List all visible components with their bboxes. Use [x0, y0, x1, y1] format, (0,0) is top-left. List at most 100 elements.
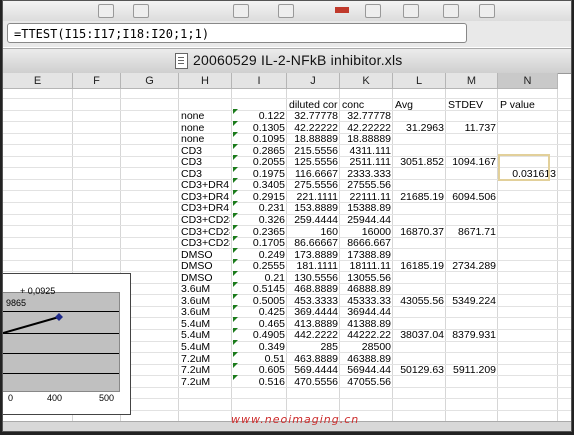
toolbar-button-icon[interactable] — [98, 4, 114, 18]
cell-i[interactable]: 0.516 — [234, 376, 285, 388]
error-indicator-icon[interactable] — [233, 109, 238, 114]
cell-i[interactable]: 0.1705 — [234, 237, 285, 249]
cell-k[interactable]: 2511.111 — [342, 156, 391, 168]
toolbar-button-icon[interactable] — [403, 4, 419, 18]
cell-h[interactable]: 7.2uM — [181, 376, 230, 388]
cell-k[interactable]: 32.77778 — [342, 110, 391, 122]
column-header-f[interactable]: F — [73, 73, 121, 89]
cell-l[interactable]: 43055.56 — [395, 295, 444, 307]
cell-m[interactable]: 6094.506 — [448, 191, 496, 203]
cell-m[interactable]: 5349.224 — [448, 295, 496, 307]
cell-i[interactable]: 0.231 — [234, 202, 285, 214]
cell-i[interactable]: 0.605 — [234, 364, 285, 376]
embedded-chart[interactable]: + 0,0925 9865 0 400 500 — [3, 273, 131, 415]
cell-k[interactable]: 36944.44 — [342, 306, 391, 318]
column-header-k[interactable]: K — [340, 73, 393, 89]
cell-k[interactable]: 47055.56 — [342, 376, 391, 388]
cell-k[interactable]: 46888.89 — [342, 283, 391, 295]
toolbar-button-icon[interactable] — [479, 4, 495, 18]
cell-j[interactable]: 153.8889 — [289, 202, 338, 214]
worksheet-grid[interactable]: diluted cor conc Avg STDEV P value none 0.122 3… — [3, 89, 571, 421]
cell-k[interactable]: 27555.56 — [342, 179, 391, 191]
cell-l[interactable]: 50129.63 — [395, 364, 444, 376]
error-indicator-icon[interactable] — [233, 363, 238, 368]
cell-k[interactable]: 28500 — [342, 341, 391, 353]
error-indicator-icon[interactable] — [233, 259, 238, 264]
error-indicator-icon[interactable] — [233, 236, 238, 241]
cell-h[interactable]: CD3+CD28 — [181, 214, 230, 226]
cell-i[interactable]: 0.425 — [234, 306, 285, 318]
cell-l[interactable]: 16185.19 — [395, 260, 444, 272]
cell-i[interactable]: 0.5145 — [234, 283, 285, 295]
cell-l[interactable]: 38037.04 — [395, 329, 444, 341]
cell-m[interactable]: 2734.289 — [448, 260, 496, 272]
cell-m[interactable]: 5911.209 — [448, 364, 496, 376]
cell-h[interactable]: 3.6uM — [181, 306, 230, 318]
toolbar-button-icon[interactable] — [443, 4, 459, 18]
formula-input[interactable]: =TTEST(I15:I17;I18:I20;1;1) — [7, 23, 467, 43]
cell-i[interactable]: 0.2555 — [234, 260, 285, 272]
error-indicator-icon[interactable] — [233, 317, 238, 322]
cell-h[interactable]: CD3 — [181, 156, 230, 168]
cell-h[interactable]: 3.6uM — [181, 283, 230, 295]
cell-h[interactable]: CD3+DR4 — [181, 202, 230, 214]
cell-j[interactable]: 86.66667 — [289, 237, 338, 249]
error-indicator-icon[interactable] — [233, 190, 238, 195]
column-header-h[interactable]: H — [179, 73, 232, 89]
cell-h[interactable]: 7.2uM — [181, 364, 230, 376]
error-indicator-icon[interactable] — [233, 282, 238, 287]
cell-k[interactable]: 18.88889 — [342, 133, 391, 145]
cell-j[interactable]: 259.4444 — [289, 214, 338, 226]
error-indicator-icon[interactable] — [233, 305, 238, 310]
cell-h[interactable]: 5.4uM — [181, 341, 230, 353]
toolbar-button-icon[interactable] — [278, 4, 294, 18]
cell-m[interactable]: 8379.931 — [448, 329, 496, 341]
error-indicator-icon[interactable] — [233, 294, 238, 299]
error-indicator-icon[interactable] — [233, 155, 238, 160]
error-indicator-icon[interactable] — [233, 225, 238, 230]
cell-l[interactable]: 3051.852 — [395, 156, 444, 168]
cell-h[interactable]: none — [181, 133, 230, 145]
cell-i[interactable]: 0.326 — [234, 214, 285, 226]
cell-j[interactable]: 470.5556 — [289, 376, 338, 388]
cell-j[interactable]: 285 — [289, 341, 338, 353]
cell-i[interactable]: 0.122 — [234, 110, 285, 122]
error-indicator-icon[interactable] — [233, 144, 238, 149]
cell-j[interactable]: 569.4444 — [289, 364, 338, 376]
error-indicator-icon[interactable] — [233, 213, 238, 218]
toolbar-button-icon[interactable] — [133, 4, 149, 18]
window-titlebar[interactable]: 20060529 IL-2-NFkB inhibitor.xls — [3, 48, 571, 74]
error-indicator-icon[interactable] — [233, 201, 238, 206]
column-header-l[interactable]: L — [393, 73, 446, 89]
cell-j[interactable]: 181.1111 — [289, 260, 338, 272]
cell-i[interactable]: 0.4905 — [234, 329, 285, 341]
cell-j[interactable]: 275.5556 — [289, 179, 338, 191]
header-cell-m[interactable]: STDEV — [448, 99, 496, 111]
error-indicator-icon[interactable] — [233, 328, 238, 333]
header-cell-l[interactable]: Avg — [395, 99, 444, 111]
cell-k[interactable]: 18111.11 — [342, 260, 391, 272]
column-header-m[interactable]: M — [446, 73, 498, 89]
cell-i[interactable]: 0.3405 — [234, 179, 285, 191]
cell-k[interactable]: 8666.667 — [342, 237, 391, 249]
column-header-e[interactable]: E — [3, 73, 73, 89]
cell-k[interactable]: 25944.44 — [342, 214, 391, 226]
cell-m[interactable]: 8671.71 — [448, 226, 496, 238]
error-indicator-icon[interactable] — [233, 178, 238, 183]
error-indicator-icon[interactable] — [233, 132, 238, 137]
toolbar-button-icon[interactable] — [365, 4, 381, 18]
error-indicator-icon[interactable] — [233, 340, 238, 345]
cell-i[interactable]: 0.1095 — [234, 133, 285, 145]
toolbar-button-icon[interactable] — [233, 4, 249, 18]
cell-h[interactable]: CD3+DR4 — [181, 179, 230, 191]
cell-l[interactable]: 16870.37 — [395, 226, 444, 238]
cell-l[interactable]: 21685.19 — [395, 191, 444, 203]
cell-j[interactable]: 468.8889 — [289, 283, 338, 295]
error-indicator-icon[interactable] — [233, 271, 238, 276]
cell-l[interactable]: 31.2963 — [395, 122, 444, 134]
cell-m[interactable]: 1094.167 — [448, 156, 496, 168]
cell-h[interactable]: DMSO — [181, 260, 230, 272]
error-indicator-icon[interactable] — [233, 167, 238, 172]
error-indicator-icon[interactable] — [233, 121, 238, 126]
column-header-g[interactable]: G — [121, 73, 179, 89]
